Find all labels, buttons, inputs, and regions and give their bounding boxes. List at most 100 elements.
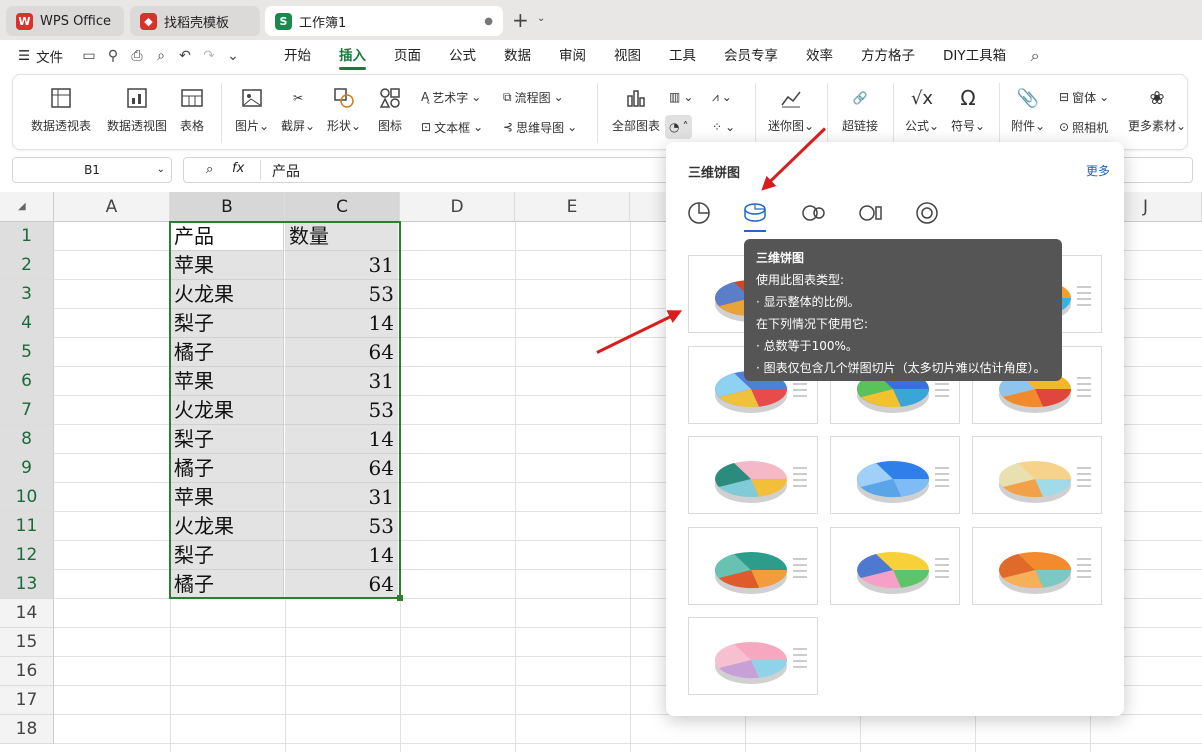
column-header-d[interactable]: D [400, 192, 515, 222]
picture-button[interactable]: 图片⌄ [231, 83, 273, 134]
chevron-down-icon[interactable]: ⌄ [222, 45, 244, 67]
row-header-9[interactable]: 9 [0, 454, 54, 483]
pie-chart-button[interactable]: ◔ ˄ [665, 115, 693, 139]
all-charts-button[interactable]: 全部图表 [607, 83, 665, 134]
new-tab-plus-icon[interactable]: + [512, 8, 529, 32]
chart-type-pie-of-pie[interactable] [800, 200, 826, 229]
chevron-down-icon[interactable]: ⌄ [537, 13, 545, 24]
menu-tools[interactable]: 工具 [655, 40, 710, 72]
tab-template[interactable]: ◆ 找稻壳模板 [130, 6, 260, 36]
undo-icon[interactable]: ↶ [174, 45, 196, 67]
chart-template-thumbnail[interactable] [688, 617, 818, 695]
shape-button[interactable]: 形状⌄ [323, 83, 365, 134]
row-header-13[interactable]: 13 [0, 570, 54, 599]
unsaved-dot-icon[interactable]: ● [484, 16, 493, 27]
chart-template-thumbnail[interactable] [688, 527, 818, 605]
row-header-3[interactable]: 3 [0, 280, 54, 309]
chart-template-thumbnail[interactable] [830, 436, 960, 514]
chart-type-tooltip: 三维饼图 使用此图表类型: · 显示整体的比例。 在下列情况下使用它: · 总数… [744, 239, 1062, 381]
menu-insert[interactable]: 插入 [325, 40, 380, 72]
row-header-2[interactable]: 2 [0, 251, 54, 280]
more-link[interactable]: 更多 [1086, 162, 1110, 179]
pie-chart-icon: ◔ [669, 120, 680, 134]
wordart-button[interactable]: Ą 艺术字 ⌄ [421, 85, 481, 109]
menu-diy-toolbox[interactable]: DIY工具箱 [929, 40, 1020, 72]
menu-home[interactable]: 开始 [270, 40, 325, 72]
row-header-6[interactable]: 6 [0, 367, 54, 396]
formula-label: 公式⌄ [904, 119, 940, 133]
select-all-corner[interactable]: ◢ [0, 192, 54, 222]
tab-wps-office[interactable]: W WPS Office [6, 6, 124, 36]
menu-review[interactable]: 审阅 [545, 40, 600, 72]
column-chart-button[interactable]: ▥ ⌄ [669, 85, 693, 109]
pivot-chart-button[interactable]: 数据透视图 [99, 83, 175, 134]
fx-icon[interactable]: fx [232, 161, 244, 176]
chart-type-pie-3d[interactable] [742, 200, 768, 232]
symbol-button[interactable]: Ω 符号⌄ [947, 83, 989, 134]
row-header-18[interactable]: 18 [0, 715, 54, 744]
menu-efficiency[interactable]: 效率 [792, 40, 847, 72]
formula-button[interactable]: √x 公式⌄ [901, 83, 943, 134]
file-menu[interactable]: ☰ 文件 [0, 46, 64, 66]
form-icon: ⊟ [1059, 90, 1070, 104]
row-header-1[interactable]: 1 [0, 222, 54, 251]
more-material-button[interactable]: ❀ 更多素材⌄ [1127, 83, 1187, 134]
row-header-10[interactable]: 10 [0, 483, 54, 512]
hyperlink-button[interactable]: 🔗 超链接 [837, 83, 883, 134]
icon-button[interactable]: 图标 [369, 83, 411, 134]
chart-template-thumbnail[interactable] [972, 436, 1102, 514]
column-header-b[interactable]: B [170, 192, 285, 222]
row-header-5[interactable]: 5 [0, 338, 54, 367]
chart-template-thumbnail[interactable] [972, 527, 1102, 605]
zoom-icon[interactable]: ⌕ [206, 162, 213, 177]
row-header-16[interactable]: 16 [0, 657, 54, 686]
menu-formula[interactable]: 公式 [435, 40, 490, 72]
save-icon[interactable]: ▭ [78, 45, 100, 67]
column-header-c[interactable]: C [285, 192, 400, 222]
print-preview-icon[interactable]: ⌕ [150, 45, 172, 67]
column-header-e[interactable]: E [515, 192, 630, 222]
menu-page[interactable]: 页面 [380, 40, 435, 72]
tab-workbook[interactable]: S 工作簿1 ● [265, 6, 503, 36]
mindmap-button[interactable]: ⊰ 思维导图 ⌄ [503, 115, 577, 139]
chart-template-thumbnail[interactable] [688, 436, 818, 514]
picture-text: 图片 [234, 119, 259, 133]
search-icon[interactable]: ⌕ [1024, 45, 1046, 67]
chart-type-bar-of-pie[interactable] [857, 200, 883, 229]
sparkline-button[interactable]: 迷你图⌄ [765, 83, 817, 134]
row-header-17[interactable]: 17 [0, 686, 54, 715]
row-header-14[interactable]: 14 [0, 599, 54, 628]
flowchart-button[interactable]: ⧉ 流程图 ⌄ [503, 85, 564, 109]
textbox-button[interactable]: ⊡ 文本框 ⌄ [421, 115, 483, 139]
form-button[interactable]: ⊟ 窗体 ⌄ [1059, 85, 1109, 109]
print-icon[interactable]: ⎙ [126, 45, 148, 67]
row-header-11[interactable]: 11 [0, 512, 54, 541]
column-header-a[interactable]: A [54, 192, 170, 222]
scatter-chart-button[interactable]: ⁘ ⌄ [712, 115, 735, 139]
scissors-icon: ✂ [292, 91, 304, 105]
screenshot-button[interactable]: ✂ 截屏⌄ [277, 83, 319, 134]
camera-button[interactable]: ⊙ 照相机 [1059, 115, 1108, 139]
chart-type-doughnut[interactable] [914, 200, 940, 229]
row-header-12[interactable]: 12 [0, 541, 54, 570]
menu-ffgz[interactable]: 方方格子 [847, 40, 929, 72]
fill-handle[interactable] [397, 595, 403, 601]
line-chart-button[interactable]: ⩘ ⌄ [712, 85, 732, 109]
pivot-table-button[interactable]: 数据透视表 [23, 83, 99, 134]
row-header-8[interactable]: 8 [0, 425, 54, 454]
wordart-icon: Ą [421, 90, 430, 104]
name-box[interactable]: B1 ⌄ [12, 157, 172, 183]
chart-template-thumbnail[interactable] [830, 527, 960, 605]
redo-icon[interactable]: ↷ [198, 45, 220, 67]
table-button[interactable]: 表格 [175, 83, 209, 134]
row-header-7[interactable]: 7 [0, 396, 54, 425]
row-header-15[interactable]: 15 [0, 628, 54, 657]
chart-type-pie-2d[interactable] [686, 200, 712, 229]
menu-member[interactable]: 会员专享 [710, 40, 792, 72]
menu-data[interactable]: 数据 [490, 40, 545, 72]
scatter-chart-icon: ⁘ [712, 120, 723, 134]
menu-view[interactable]: 视图 [600, 40, 655, 72]
share-icon[interactable]: ⚲ [102, 45, 124, 67]
attachment-button[interactable]: 📎 附件⌄ [1007, 83, 1049, 134]
row-header-4[interactable]: 4 [0, 309, 54, 338]
